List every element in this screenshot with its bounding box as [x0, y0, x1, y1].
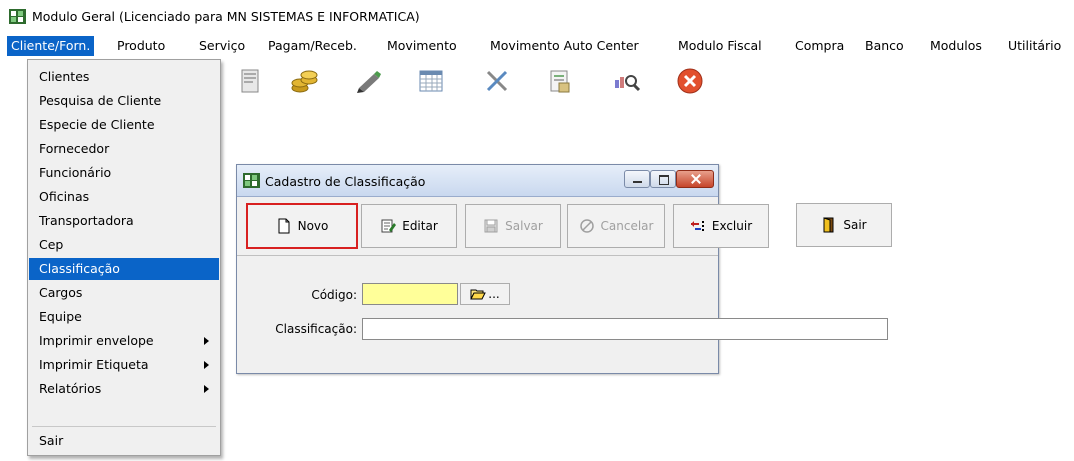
excluir-label: Excluir — [711, 219, 753, 233]
dropdown-item-clientes[interactable]: Clientes — [29, 66, 219, 88]
delete-icon — [690, 221, 704, 231]
pen-icon[interactable] — [354, 66, 384, 96]
submenu-arrow-icon — [204, 337, 209, 345]
relatorios-label: Relatórios — [39, 381, 102, 396]
dropdown-separator — [32, 426, 216, 427]
folder-open-icon — [470, 289, 487, 300]
dropdown-item-cargos[interactable]: Cargos — [29, 282, 219, 304]
menu-servico[interactable]: Serviço — [195, 36, 249, 56]
codigo-browse-button[interactable]: ... — [460, 283, 510, 305]
cancelar-button[interactable]: Cancelar — [567, 204, 665, 248]
codigo-input[interactable] — [362, 283, 458, 305]
menu-modulo-fiscal[interactable]: Modulo Fiscal — [674, 36, 766, 56]
close-circle-icon[interactable] — [675, 66, 705, 96]
dropdown-item-equipe[interactable]: Equipe — [29, 306, 219, 328]
menu-produto[interactable]: Produto — [113, 36, 169, 56]
classificacao-input[interactable] — [362, 318, 888, 340]
calendar-icon[interactable] — [416, 66, 446, 96]
tools-icon[interactable] — [482, 66, 512, 96]
cadastro-classificacao-dialog: Cadastro de Classificação Novo Editar Sa… — [236, 164, 888, 374]
imprimir-envelope-label: Imprimir envelope — [39, 333, 154, 348]
cliente-forn-dropdown: Clientes Pesquisa de Cliente Especie de … — [27, 59, 221, 456]
sair-button[interactable]: Sair — [796, 203, 892, 247]
magnifier-icon[interactable] — [612, 66, 642, 96]
minimize-button[interactable] — [624, 170, 650, 188]
novo-button[interactable]: Novo — [246, 203, 358, 249]
window-title: Modulo Geral (Licenciado para MN SISTEMA… — [32, 9, 420, 24]
dropdown-item-oficinas[interactable]: Oficinas — [29, 186, 219, 208]
classificacao-label: Classificação: — [275, 322, 357, 336]
dropdown-item-pesquisa-de-cliente[interactable]: Pesquisa de Cliente — [29, 90, 219, 112]
cancel-icon — [579, 219, 594, 233]
menu-movimento[interactable]: Movimento — [383, 36, 461, 56]
report-icon[interactable] — [545, 66, 575, 96]
codigo-label: Código: — [311, 288, 357, 302]
dropdown-item-fornecedor[interactable]: Fornecedor — [29, 138, 219, 160]
menu-banco[interactable]: Banco — [861, 36, 908, 56]
dropdown-item-sair[interactable]: Sair — [29, 430, 219, 452]
browse-label: ... — [488, 287, 500, 301]
dialog-app-icon — [243, 173, 260, 188]
dialog-toolbar: Novo Editar Salvar Cancelar Excluir — [237, 198, 769, 256]
edit-icon — [381, 219, 397, 233]
maximize-button[interactable] — [650, 170, 676, 188]
menu-pagam-receb[interactable]: Pagam/Receb. — [264, 36, 361, 56]
menu-utilitario[interactable]: Utilitário — [1004, 36, 1065, 56]
save-icon — [484, 219, 498, 233]
menu-compra[interactable]: Compra — [791, 36, 848, 56]
salvar-button[interactable]: Salvar — [465, 204, 561, 248]
novo-label: Novo — [297, 219, 329, 233]
document-icon[interactable] — [235, 66, 265, 96]
dialog-title: Cadastro de Classificação — [265, 174, 426, 189]
coins-icon[interactable] — [289, 66, 319, 96]
dropdown-item-imprimir-etiqueta[interactable]: Imprimir Etiqueta — [29, 354, 219, 376]
menu-cliente-forn[interactable]: Cliente/Forn. — [7, 36, 95, 56]
excluir-button[interactable]: Excluir — [673, 204, 769, 248]
editar-label: Editar — [402, 219, 438, 233]
dropdown-item-transportadora[interactable]: Transportadora — [29, 210, 219, 232]
sair-label: Sair — [843, 218, 867, 232]
dropdown-item-classificacao[interactable]: Classificação — [29, 258, 219, 280]
dropdown-item-cep[interactable]: Cep — [29, 234, 219, 256]
cancelar-label: Cancelar — [600, 219, 654, 233]
dropdown-item-imprimir-envelope[interactable]: Imprimir envelope — [29, 330, 219, 352]
salvar-label: Salvar — [505, 219, 543, 233]
menu-movimento-auto-center[interactable]: Movimento Auto Center — [486, 36, 643, 56]
dropdown-item-relatorios[interactable]: Relatórios — [29, 378, 219, 400]
app-icon — [9, 9, 26, 24]
editar-button[interactable]: Editar — [361, 204, 457, 248]
menu-modulos[interactable]: Modulos — [926, 36, 986, 56]
submenu-arrow-icon — [204, 361, 209, 369]
imprimir-etiqueta-label: Imprimir Etiqueta — [39, 357, 149, 372]
title-bar: Modulo Geral (Licenciado para MN SISTEMA… — [0, 0, 1074, 32]
submenu-arrow-icon — [204, 385, 209, 393]
new-document-icon — [278, 218, 290, 234]
exit-door-icon — [823, 217, 834, 233]
dropdown-item-especie-de-cliente[interactable]: Especie de Cliente — [29, 114, 219, 136]
dropdown-item-funcionario[interactable]: Funcionário — [29, 162, 219, 184]
menu-bar: Cliente/Forn. Produto Serviço Pagam/Rece… — [0, 34, 1074, 58]
close-button[interactable] — [676, 170, 714, 188]
dialog-title-bar[interactable]: Cadastro de Classificação — [237, 165, 718, 197]
